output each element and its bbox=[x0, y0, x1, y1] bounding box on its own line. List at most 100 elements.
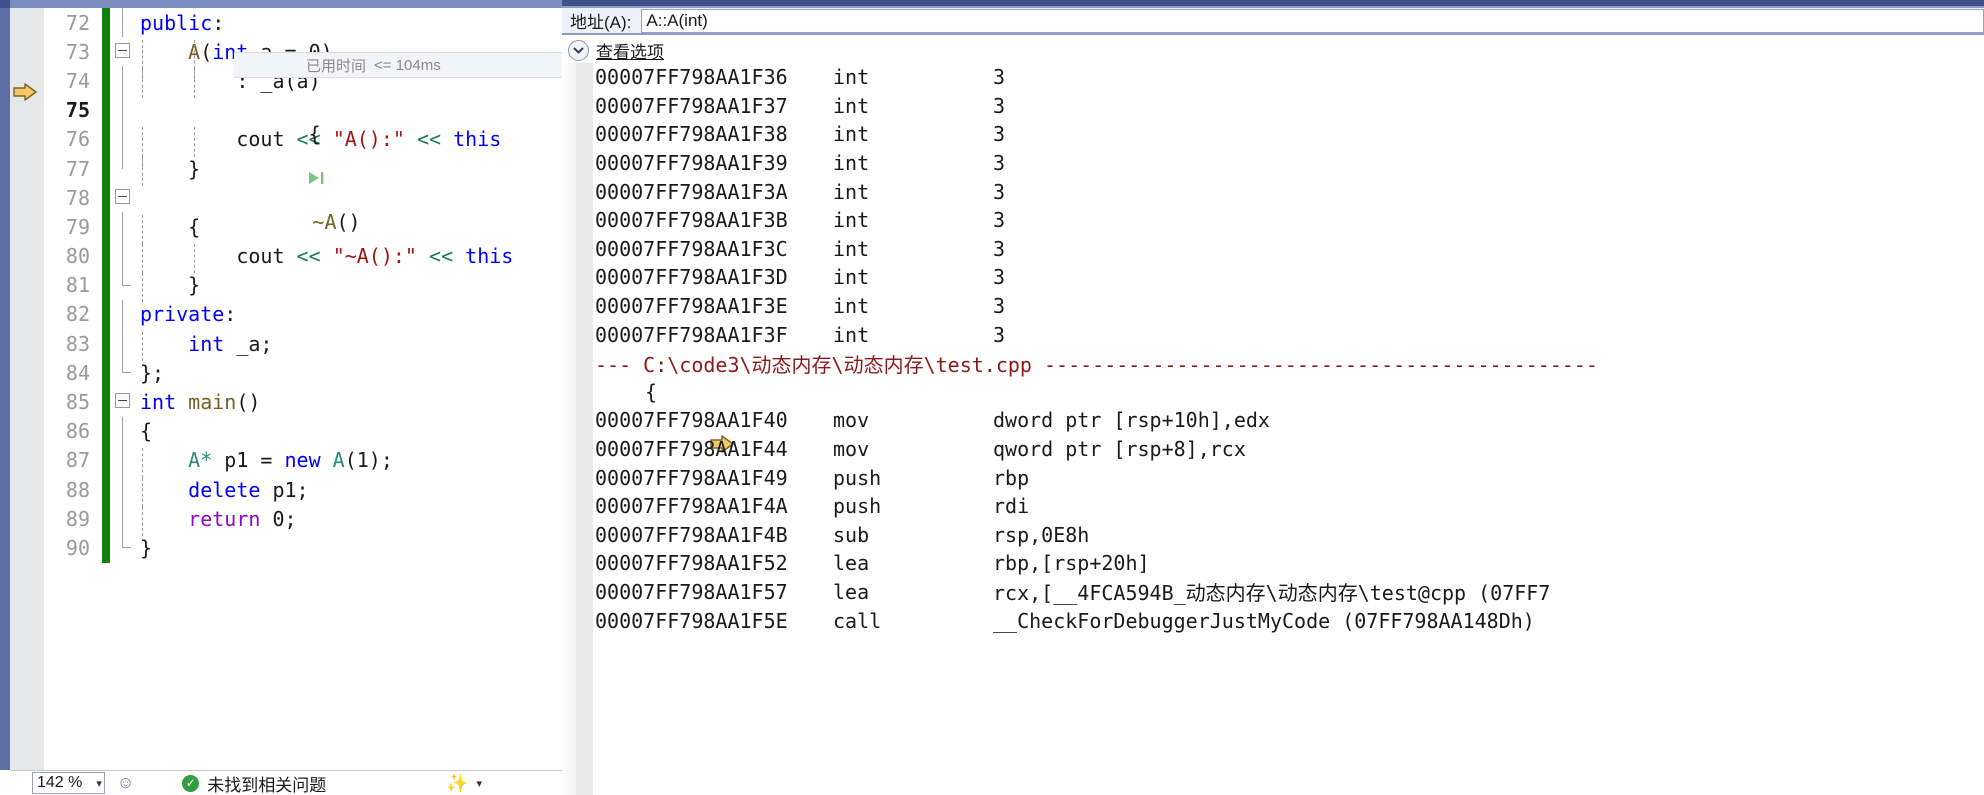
collapse-toggle-icon[interactable] bbox=[115, 189, 130, 205]
outlining-column[interactable] bbox=[110, 183, 138, 212]
code-line-row[interactable]: 84 }; bbox=[44, 358, 562, 388]
outlining-column[interactable] bbox=[110, 66, 138, 96]
line-number: 81 bbox=[65, 273, 90, 298]
outlining-column[interactable] bbox=[110, 153, 138, 183]
outlining-column[interactable] bbox=[110, 445, 138, 475]
dock-edge-strip bbox=[0, 0, 10, 770]
instruction-mnemonic: int bbox=[833, 122, 870, 147]
view-options-label: 查看选项 bbox=[596, 42, 664, 62]
disassembly-row-current[interactable]: 00007FF798AA1F40 mov dword ptr [rsp+10h]… bbox=[593, 406, 1984, 453]
view-options-bar[interactable]: 查看选项 bbox=[562, 37, 1984, 63]
quick-actions-group[interactable]: ✨ ▾ bbox=[446, 773, 482, 794]
codelens-banner[interactable]: 已用时间 <= 104ms bbox=[234, 52, 562, 79]
instruction-operands: 3 bbox=[993, 179, 1006, 204]
change-bar bbox=[102, 95, 110, 125]
outlining-column[interactable] bbox=[110, 358, 138, 387]
line-number: 83 bbox=[65, 331, 90, 356]
disassembly-listing[interactable]: 00007FF798AA1F36 int 3 00007FF798AA1F37 … bbox=[562, 63, 1984, 795]
zoom-level-combobox[interactable]: 142 % ▾ bbox=[32, 772, 105, 794]
code-line-row[interactable]: 88 delete p1; bbox=[44, 475, 562, 507]
disassembly-row[interactable]: 00007FF798AA1F3A int 3 bbox=[593, 177, 1984, 206]
instruction-operands: __CheckForDebuggerJustMyCode (07FF798AA1… bbox=[993, 608, 1535, 633]
visual-studio-debug-screen: 72 public: 73 A(int a = 0) 74 bbox=[0, 0, 1984, 795]
code-editor-pane: 72 public: 73 A(int a = 0) 74 bbox=[0, 0, 562, 795]
code-line-text: } bbox=[138, 273, 562, 303]
outlining-column[interactable] bbox=[110, 95, 138, 125]
outlining-column[interactable] bbox=[110, 387, 138, 416]
outlining-column[interactable] bbox=[110, 8, 138, 38]
disassembly-row[interactable]: 00007FF798AA1F38 int 3 bbox=[593, 120, 1984, 149]
instruction-mnemonic: push bbox=[833, 465, 882, 490]
disassembly-row[interactable]: 00007FF798AA1F3F int 3 bbox=[593, 320, 1984, 349]
outlining-column[interactable] bbox=[110, 416, 138, 446]
change-bar bbox=[102, 416, 110, 446]
intellicode-icon[interactable]: ☺ bbox=[117, 773, 134, 793]
code-line-row[interactable]: 79 { bbox=[44, 212, 562, 245]
broom-sparkle-icon[interactable]: ✨ bbox=[446, 773, 468, 794]
code-line-row[interactable]: 89 return 0; bbox=[44, 504, 562, 536]
line-number: 73 bbox=[65, 39, 90, 64]
instruction-mnemonic: int bbox=[833, 151, 870, 176]
disassembly-row[interactable]: 00007FF798AA1F36 int 3 bbox=[593, 63, 1984, 92]
disassembly-row[interactable]: 00007FF798AA1F3D int 3 bbox=[593, 263, 1984, 292]
code-line-row[interactable]: 86 { bbox=[44, 416, 562, 446]
disassembly-row[interactable]: 00007FF798AA1F5E call __CheckForDebugger… bbox=[593, 606, 1984, 635]
disassembly-row[interactable]: 00007FF798AA1F57 lea rcx,[__4FCA594B_动态内… bbox=[593, 578, 1984, 607]
disassembly-row[interactable]: 00007FF798AA1F44 mov qword ptr [rsp+8],r… bbox=[593, 435, 1984, 464]
chevron-down-icon[interactable] bbox=[568, 39, 589, 61]
disassembly-row[interactable]: 00007FF798AA1F3E int 3 bbox=[593, 292, 1984, 321]
code-line-row[interactable]: 81 } bbox=[44, 270, 562, 303]
editor-status-bar: 142 % ▾ ☺ ✓ 未找到相关问题 ✨ ▾ bbox=[10, 770, 562, 795]
disassembly-row[interactable]: 00007FF798AA1F4A push rdi bbox=[593, 492, 1984, 521]
change-bar bbox=[102, 241, 110, 271]
instruction-operands: 3 bbox=[993, 236, 1006, 261]
change-bar bbox=[102, 329, 110, 359]
code-line-row[interactable]: 72 public: bbox=[44, 8, 562, 38]
outlining-column[interactable] bbox=[110, 329, 138, 359]
address-input[interactable] bbox=[641, 8, 1984, 33]
instruction-address: 00007FF798AA1F5E bbox=[595, 608, 788, 633]
change-bar bbox=[102, 124, 110, 154]
outlining-column[interactable] bbox=[110, 241, 138, 271]
run-to-here-icon[interactable] bbox=[162, 144, 323, 184]
outlining-column[interactable] bbox=[110, 299, 138, 330]
code-line-row[interactable]: 87 A* p1 = new A(1); bbox=[44, 445, 562, 478]
disassembly-row[interactable]: 00007FF798AA1F4B sub rsp,0E8h bbox=[593, 521, 1984, 550]
disassembly-row[interactable]: 00007FF798AA1F3B int 3 bbox=[593, 206, 1984, 235]
outlining-column[interactable] bbox=[110, 504, 138, 534]
outlining-column[interactable] bbox=[110, 475, 138, 505]
codelens-label: 已用时间 bbox=[306, 57, 367, 75]
chevron-down-icon[interactable]: ▾ bbox=[476, 777, 482, 790]
instruction-mnemonic: mov bbox=[833, 408, 870, 433]
instruction-operands: rdi bbox=[993, 494, 1030, 519]
outlining-column[interactable] bbox=[110, 533, 138, 562]
outlining-column[interactable] bbox=[110, 37, 138, 66]
chevron-down-icon[interactable]: ▾ bbox=[96, 777, 102, 790]
change-bar bbox=[102, 504, 110, 534]
outlining-column[interactable] bbox=[110, 212, 138, 242]
instruction-mnemonic: int bbox=[833, 93, 870, 118]
collapse-toggle-icon[interactable] bbox=[115, 43, 130, 59]
no-issues-status[interactable]: ✓ 未找到相关问题 bbox=[182, 771, 326, 795]
code-line-row[interactable]: 85 int main() bbox=[44, 387, 562, 417]
disassembly-row[interactable]: 00007FF798AA1F37 int 3 bbox=[593, 92, 1984, 121]
disassembly-row[interactable]: 00007FF798AA1F52 lea rbp,[rsp+20h] bbox=[593, 549, 1984, 578]
instruction-mnemonic: int bbox=[833, 236, 870, 261]
instruction-operands: 3 bbox=[993, 151, 1006, 176]
code-line-row[interactable]: 78 ~A() bbox=[44, 137, 562, 234]
collapse-toggle-icon[interactable] bbox=[115, 393, 130, 409]
code-line-row[interactable]: 83 int _a; bbox=[44, 329, 562, 361]
outlining-column[interactable] bbox=[110, 124, 138, 154]
disassembly-row[interactable]: 00007FF798AA1F49 push rbp bbox=[593, 463, 1984, 492]
outlining-column[interactable] bbox=[110, 270, 138, 300]
change-bar bbox=[102, 270, 110, 300]
code-line-row-current[interactable]: 75 已用时间 <= 104ms { bbox=[44, 50, 562, 146]
code-lines-container[interactable]: 72 public: 73 A(int a = 0) 74 bbox=[44, 8, 562, 770]
code-line-row[interactable]: 82 private: bbox=[44, 299, 562, 330]
disassembly-row[interactable]: 00007FF798AA1F39 int 3 bbox=[593, 149, 1984, 178]
code-line-row[interactable]: 80 cout << "~A():" << this bbox=[44, 241, 562, 274]
disassembly-row[interactable]: 00007FF798AA1F3C int 3 bbox=[593, 235, 1984, 264]
instruction-address: 00007FF798AA1F40 bbox=[595, 408, 788, 433]
editor-indicator-margin[interactable] bbox=[10, 8, 44, 770]
code-line-row[interactable]: 90 } bbox=[44, 533, 562, 563]
